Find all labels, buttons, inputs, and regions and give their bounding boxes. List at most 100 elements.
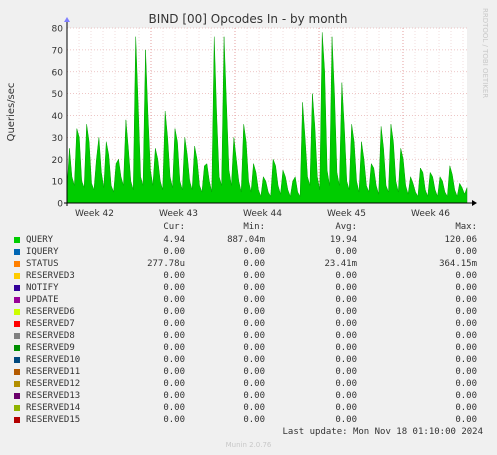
legend-series-name: RESERVED6 (26, 307, 75, 317)
legend-avg-value: 0.00 (335, 355, 357, 365)
legend-row-reserved15: RESERVED15 0.00 0.00 0.00 0.00 (0, 414, 497, 426)
legend-avg-value: 0.00 (335, 295, 357, 305)
legend-min-value: 0.00 (243, 247, 265, 257)
legend-series-name: UPDATE (26, 295, 59, 305)
legend-swatch (14, 249, 20, 255)
legend-max-value: 0.00 (455, 295, 477, 305)
x-tick-label: Week 44 (243, 209, 282, 219)
legend-min-value: 0.00 (243, 355, 265, 365)
y-axis-arrow (64, 17, 70, 22)
legend-max-value: 0.00 (455, 319, 477, 329)
legend-series-name: STATUS (26, 259, 59, 269)
legend-min-value: 0.00 (243, 331, 265, 341)
legend-series-name: NOTIFY (26, 283, 59, 293)
legend-series-name: RESERVED11 (26, 367, 81, 377)
legend-max-value: 0.00 (455, 343, 477, 353)
legend-cur-value: 0.00 (163, 367, 185, 377)
legend-swatch (14, 357, 20, 363)
legend-series-name: RESERVED13 (26, 391, 81, 401)
legend-swatch (14, 369, 20, 375)
legend-swatch (14, 405, 20, 411)
legend-swatch (14, 309, 20, 315)
legend-min-value: 0.00 (243, 379, 265, 389)
legend-cur-value: 0.00 (163, 247, 185, 257)
legend-row-reserved6: RESERVED6 0.00 0.00 0.00 0.00 (0, 306, 497, 318)
legend-series-name: IQUERY (26, 247, 59, 257)
last-update-text: Last update: Mon Nov 18 01:10:00 2024 (282, 427, 483, 437)
legend-series-name: RESERVED14 (26, 403, 81, 413)
legend-min-value: 0.00 (243, 307, 265, 317)
legend-swatch (14, 417, 20, 423)
legend-cur-value: 0.00 (163, 415, 185, 425)
legend-avg-value: 0.00 (335, 283, 357, 293)
legend-max-value: 0.00 (455, 247, 477, 257)
legend-min-value: 0.00 (243, 391, 265, 401)
legend-swatch (14, 321, 20, 327)
legend-cur-value: 0.00 (163, 391, 185, 401)
legend-max-value: 0.00 (455, 415, 477, 425)
legend-max-value: 0.00 (455, 391, 477, 401)
legend-avg-value: 0.00 (335, 247, 357, 257)
legend-cur-value: 0.00 (163, 379, 185, 389)
legend-cur-value: 0.00 (163, 355, 185, 365)
y-tick-label: 40 (52, 112, 64, 122)
rrdtool-watermark: RRDTOOL / TOBI OETIKER (481, 8, 489, 98)
legend-row-reserved10: RESERVED10 0.00 0.00 0.00 0.00 (0, 354, 497, 366)
legend-row-reserved13: RESERVED13 0.00 0.00 0.00 0.00 (0, 390, 497, 402)
legend-row-notify: NOTIFY 0.00 0.00 0.00 0.00 (0, 282, 497, 294)
legend-row-reserved11: RESERVED11 0.00 0.00 0.00 0.00 (0, 366, 497, 378)
legend-max-value: 0.00 (455, 367, 477, 377)
legend-max-value: 0.00 (455, 403, 477, 413)
legend-avg-value: 0.00 (335, 271, 357, 281)
legend-avg-value: 0.00 (335, 403, 357, 413)
y-tick-label: 0 (57, 200, 63, 210)
legend-cur-value: 4.94 (163, 235, 185, 245)
legend-min-value: 0.00 (243, 403, 265, 413)
legend-row-status: STATUS 277.78u 0.00 23.41m 364.15m (0, 258, 497, 270)
x-tick-label: Week 43 (159, 209, 198, 219)
legend-row-update: UPDATE 0.00 0.00 0.00 0.00 (0, 294, 497, 306)
legend-cur-value: 277.78u (147, 259, 185, 269)
legend-avg-value: 0.00 (335, 331, 357, 341)
legend-row-reserved14: RESERVED14 0.00 0.00 0.00 0.00 (0, 402, 497, 414)
legend-min-value: 0.00 (243, 283, 265, 293)
x-tick-label: Week 42 (75, 209, 114, 219)
x-tick-label: Week 46 (411, 209, 450, 219)
legend-min-value: 887.04m (227, 235, 265, 245)
y-tick-label: 80 (52, 25, 64, 35)
legend-swatch (14, 381, 20, 387)
legend-swatch (14, 273, 20, 279)
legend-series-name: RESERVED15 (26, 415, 81, 425)
y-tick-label: 50 (52, 90, 64, 100)
legend-swatch (14, 393, 20, 399)
legend-max-value: 0.00 (455, 379, 477, 389)
legend-avg-value: 23.41m (324, 259, 357, 269)
legend-max-value: 0.00 (455, 283, 477, 293)
legend-min-value: 0.00 (243, 415, 265, 425)
legend-swatch (14, 261, 20, 267)
legend-max-value: 0.00 (455, 271, 477, 281)
legend-min-value: 0.00 (243, 295, 265, 305)
x-axis-arrow (472, 200, 477, 206)
legend-avg-value: 0.00 (335, 379, 357, 389)
legend-cur-value: 0.00 (163, 271, 185, 281)
legend-row-query: QUERY 4.94 887.04m 19.94 120.06 (0, 234, 497, 246)
chart-title: BIND [00] Opcodes In - by month (149, 12, 348, 26)
y-tick-label: 20 (52, 156, 64, 166)
legend-cur-value: 0.00 (163, 283, 185, 293)
legend-avg-value: 0.00 (335, 391, 357, 401)
y-tick-label: 30 (52, 134, 64, 144)
y-axis-label: Queries/sec (6, 83, 17, 142)
legend-swatch (14, 237, 20, 243)
legend-cur-value: 0.00 (163, 307, 185, 317)
legend-series-name: RESERVED7 (26, 319, 75, 329)
y-tick-labels: 0 10 20 30 40 50 60 70 80 (52, 25, 64, 210)
legend-min-value: 0.00 (243, 259, 265, 269)
legend-series-name: RESERVED12 (26, 379, 81, 389)
legend-swatch (14, 345, 20, 351)
legend-cur-value: 0.00 (163, 295, 185, 305)
legend-swatch (14, 285, 20, 291)
legend-max-value: 120.06 (444, 235, 477, 245)
legend-avg-value: 0.00 (335, 319, 357, 329)
legend-row-reserved12: RESERVED12 0.00 0.00 0.00 0.00 (0, 378, 497, 390)
